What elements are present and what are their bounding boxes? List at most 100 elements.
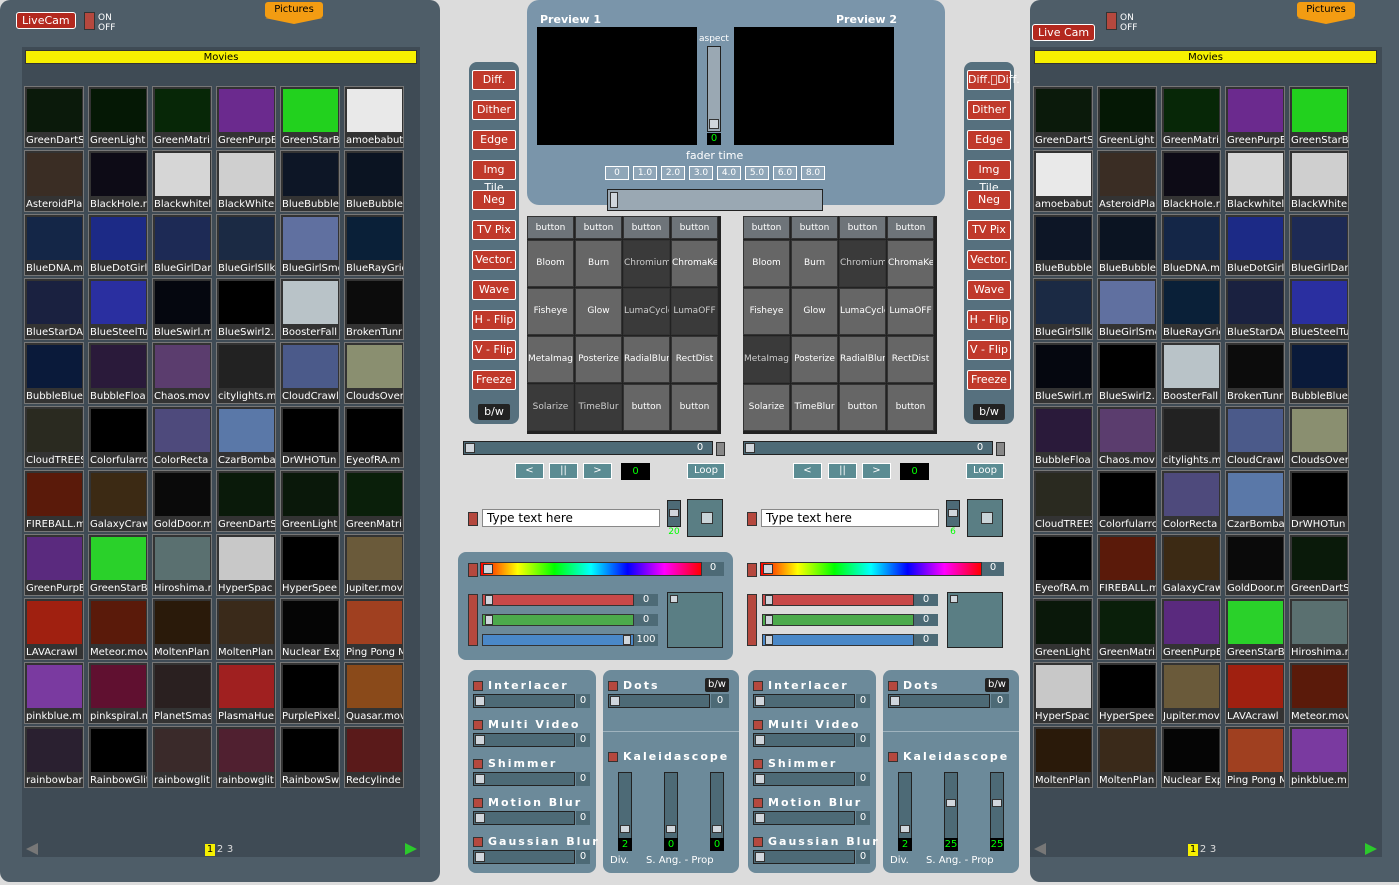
movie-thumbnail[interactable]: GreenMatri	[152, 86, 212, 148]
effect-button[interactable]: LumaCycle	[839, 288, 886, 335]
movie-thumbnail[interactable]: GreenLight	[280, 470, 340, 532]
movie-thumbnail[interactable]: Hiroshima.r	[1289, 598, 1349, 660]
dots-slider[interactable]	[888, 694, 990, 708]
fader-time-button[interactable]: 6.0	[773, 166, 797, 180]
movie-thumbnail[interactable]: BubbleFloa	[1033, 406, 1093, 468]
movie-thumbnail[interactable]: CzarBomba	[216, 406, 276, 468]
post-fx-slider[interactable]	[753, 850, 855, 864]
livecam-toggle-right[interactable]	[1106, 12, 1117, 30]
effect-button[interactable]: Chromium	[839, 240, 886, 287]
fx-button[interactable]: Diff. Diff.	[967, 70, 1020, 90]
movie-thumbnail[interactable]: HyperSpac	[216, 534, 276, 596]
movie-thumbnail[interactable]: MoltenPlan	[1097, 726, 1157, 788]
movie-thumbnail[interactable]: GreenPurpE	[24, 534, 84, 596]
page-2[interactable]: 2	[1198, 844, 1208, 856]
fx-button[interactable]: Freeze	[967, 370, 1011, 390]
fx-button[interactable]: V - Flip	[472, 340, 516, 360]
movie-thumbnail[interactable]: BubbleFloa	[88, 342, 148, 404]
movie-thumbnail[interactable]: pinkblue.m	[1289, 726, 1349, 788]
movie-thumbnail[interactable]: HyperSpac	[1033, 662, 1093, 724]
hue-toggle-left[interactable]	[468, 563, 478, 577]
effect-button[interactable]: RadialBlur	[839, 336, 886, 383]
post-fx-toggle[interactable]	[473, 837, 483, 847]
text-input-left[interactable]: Type text here	[482, 509, 660, 527]
effect-button[interactable]: Fisheye	[743, 288, 790, 335]
movie-thumbnail[interactable]: BoosterFall	[280, 278, 340, 340]
movie-thumbnail[interactable]: citylights.m	[216, 342, 276, 404]
movie-thumbnail[interactable]: FIREBALL.m	[1097, 534, 1157, 596]
movie-thumbnail[interactable]: BlueGirlDan	[152, 214, 212, 276]
prev-page-icon[interactable]	[26, 843, 38, 855]
color-preview-left[interactable]	[667, 592, 723, 648]
red-slider-right[interactable]	[762, 594, 914, 606]
movie-thumbnail[interactable]: GreenPurpE	[1225, 86, 1285, 148]
movie-thumbnail[interactable]: AsteroidPla	[24, 150, 84, 212]
fx-button[interactable]: Wave	[472, 280, 516, 300]
movie-thumbnail[interactable]: BlueBubble	[1033, 214, 1093, 276]
green-slider-left[interactable]	[482, 614, 634, 626]
rgb-toggle-right[interactable]	[747, 594, 757, 646]
movie-thumbnail[interactable]: BlueDNA.m	[24, 214, 84, 276]
fx-button[interactable]: Neg	[967, 190, 1011, 210]
movie-thumbnail[interactable]: Nuclear Exp	[1161, 726, 1221, 788]
movie-thumbnail[interactable]: GalaxyCraw	[88, 470, 148, 532]
movie-thumbnail[interactable]: BoosterFall	[1161, 342, 1221, 404]
text-apply-button-right[interactable]	[967, 499, 1003, 537]
movie-thumbnail[interactable]: amoebabut	[344, 86, 404, 148]
movie-thumbnail[interactable]: BubbleBlue	[24, 342, 84, 404]
post-fx-toggle[interactable]	[473, 720, 483, 730]
fx-button[interactable]: TV Pix	[967, 220, 1011, 240]
kaleido-slider[interactable]	[618, 772, 632, 846]
text-toggle-right[interactable]	[747, 512, 757, 526]
post-fx-slider[interactable]	[753, 772, 855, 786]
movie-thumbnail[interactable]: DrWHOTun	[280, 406, 340, 468]
movie-thumbnail[interactable]: BlueSwirl2.	[216, 278, 276, 340]
movie-thumbnail[interactable]: MoltenPlan	[216, 598, 276, 660]
movie-thumbnail[interactable]: BlueBubble	[1097, 214, 1157, 276]
fader-time-button[interactable]: 8.0	[801, 166, 825, 180]
movie-thumbnail[interactable]: RainbowGlit	[88, 726, 148, 788]
movie-thumbnail[interactable]: BlueGirlSllk.	[1033, 278, 1093, 340]
movie-thumbnail[interactable]: BlueSwirl.m	[152, 278, 212, 340]
text-size-slider-left[interactable]	[667, 500, 681, 527]
livecam-button-right[interactable]: Live Cam	[1032, 24, 1096, 41]
movie-thumbnail[interactable]: LAVAcrawl	[1225, 662, 1285, 724]
blue-slider-left[interactable]	[482, 634, 634, 646]
post-fx-slider[interactable]	[473, 694, 575, 708]
movie-thumbnail[interactable]: BlackHole.r	[88, 150, 148, 212]
movie-thumbnail[interactable]: CzarBomba	[1225, 470, 1285, 532]
fader-time-button[interactable]: 3.0	[689, 166, 713, 180]
effect-button[interactable]: Solarize	[743, 384, 790, 431]
movie-thumbnail[interactable]: GoldDoor.m	[1225, 534, 1285, 596]
movie-thumbnail[interactable]: Chaos.mov	[152, 342, 212, 404]
post-fx-toggle[interactable]	[473, 759, 483, 769]
effect-button[interactable]: MetaImage	[743, 336, 790, 383]
effect-button[interactable]: Fisheye	[527, 288, 574, 335]
post-fx-toggle[interactable]	[753, 837, 763, 847]
hue-toggle-right[interactable]	[747, 563, 757, 577]
effect-button[interactable]: button	[839, 216, 886, 239]
crossfader[interactable]	[607, 189, 823, 211]
movie-thumbnail[interactable]: Blackwhitel	[152, 150, 212, 212]
kaleido-toggle[interactable]	[608, 752, 618, 762]
movie-thumbnail[interactable]: CloudCrawl	[280, 342, 340, 404]
fx-button[interactable]: V - Flip	[967, 340, 1011, 360]
prev-page-icon-right[interactable]	[1034, 843, 1046, 855]
hue-slider-left[interactable]	[480, 562, 702, 576]
movies-tab[interactable]: Movies	[25, 50, 417, 64]
movie-thumbnail[interactable]: GreenDartS	[1289, 534, 1349, 596]
effect-button[interactable]: RadialBlur	[623, 336, 670, 383]
effect-button[interactable]: RectDist	[887, 336, 934, 383]
movie-thumbnail[interactable]: BubbleBlue	[1289, 342, 1349, 404]
movie-thumbnail[interactable]: GreenPurpE	[216, 86, 276, 148]
green-slider-right[interactable]	[762, 614, 914, 626]
kaleido-slider[interactable]	[990, 772, 1004, 846]
fader-time-button[interactable]: 1.0	[633, 166, 657, 180]
text-size-slider-right[interactable]	[946, 500, 960, 527]
movie-thumbnail[interactable]: BlueRayGric	[1161, 278, 1221, 340]
movie-thumbnail[interactable]: Ping Pong M	[1225, 726, 1285, 788]
movie-thumbnail[interactable]: BlueDNA.m	[1161, 214, 1221, 276]
effect-button[interactable]: Glow	[791, 288, 838, 335]
effect-button[interactable]: Glow	[575, 288, 622, 335]
movie-thumbnail[interactable]: BlueGirlDan	[1289, 214, 1349, 276]
